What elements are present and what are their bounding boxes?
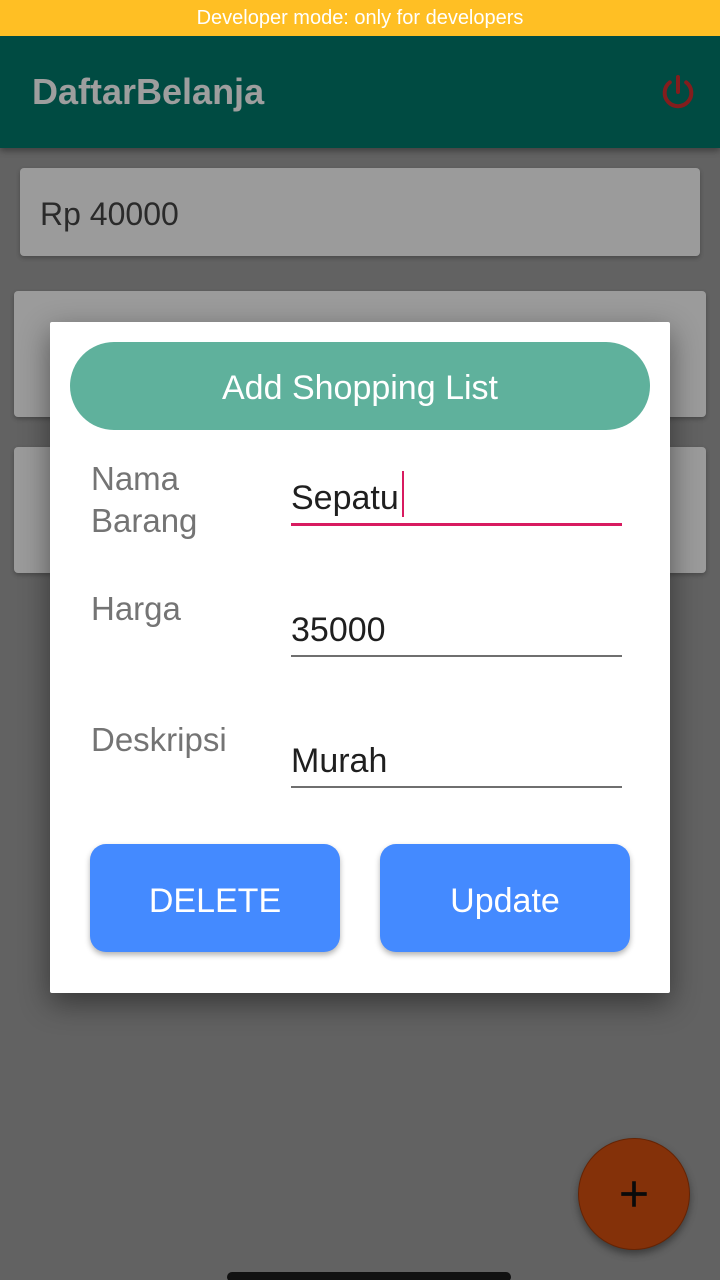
text-caret: [402, 471, 404, 517]
navigation-handle[interactable]: [227, 1272, 511, 1280]
name-input[interactable]: [291, 474, 622, 526]
add-shopping-list-dialog: Add Shopping List Nama Barang Harga Desk…: [50, 322, 670, 993]
description-input[interactable]: [291, 736, 622, 788]
price-label: Harga: [91, 590, 181, 627]
name-label: Nama Barang: [91, 460, 198, 539]
price-input[interactable]: [291, 605, 622, 657]
developer-mode-banner: Developer mode: only for developers: [0, 0, 720, 36]
description-label: Deskripsi: [91, 721, 227, 758]
app-screen: DaftarBelanja Rp 40000 Developer mode: o…: [0, 0, 720, 1280]
dialog-title: Add Shopping List: [70, 342, 650, 430]
delete-button[interactable]: DELETE: [90, 844, 340, 952]
update-button[interactable]: Update: [380, 844, 630, 952]
